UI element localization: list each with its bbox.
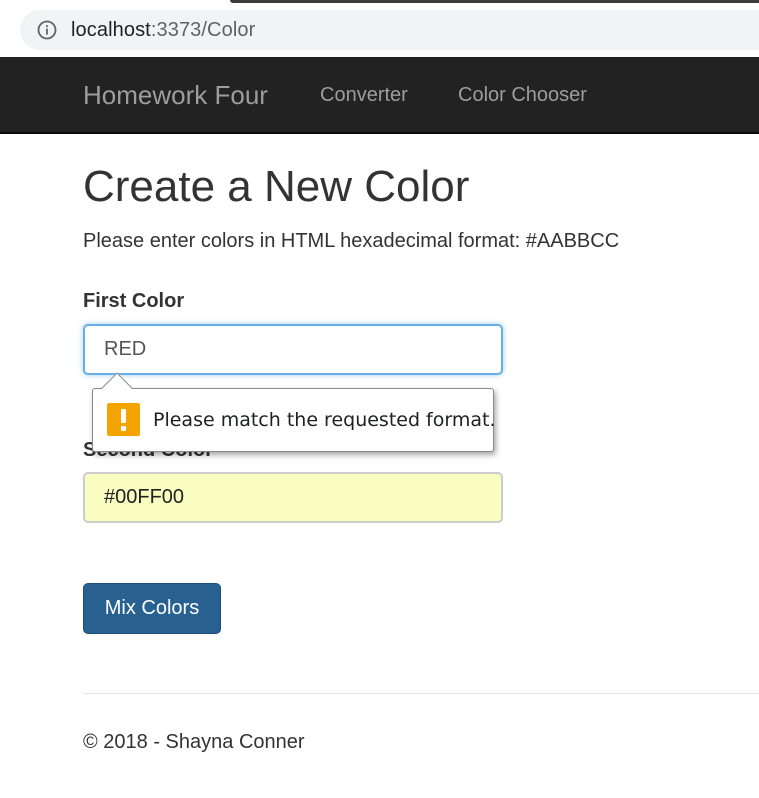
validation-message: Please match the requested format. — [153, 409, 496, 431]
nav-link-color-chooser[interactable]: Color Chooser — [458, 83, 587, 107]
first-color-input[interactable] — [83, 324, 503, 375]
warning-icon-bar — [121, 409, 126, 423]
url-host: localhost — [71, 19, 151, 41]
nav-link-converter[interactable]: Converter — [320, 83, 408, 107]
first-color-label: First Color — [83, 290, 185, 312]
instructions-text: Please enter colors in HTML hexadecimal … — [83, 230, 620, 252]
page-title: Create a New Color — [83, 162, 470, 211]
navbar-brand[interactable]: Homework Four — [83, 79, 268, 111]
url-text[interactable]: localhost:3373/Color — [71, 18, 255, 42]
info-icon[interactable] — [37, 20, 57, 40]
footer-divider — [83, 693, 759, 694]
navbar: Homework Four Converter Color Chooser — [0, 57, 759, 134]
tooltip-arrow — [101, 372, 133, 404]
validation-tooltip: Please match the requested format. — [92, 372, 496, 452]
second-color-input[interactable] — [83, 472, 503, 523]
warning-icon — [107, 403, 140, 436]
window-edge — [230, 0, 759, 3]
browser-toolbar: localhost:3373/Color — [0, 0, 759, 57]
address-bar[interactable]: localhost:3373/Color — [20, 10, 759, 50]
footer-text: © 2018 - Shayna Conner — [83, 731, 305, 753]
warning-icon-dot — [121, 426, 126, 431]
mix-colors-button[interactable]: Mix Colors — [83, 583, 221, 634]
url-path: :3373/Color — [150, 19, 256, 41]
